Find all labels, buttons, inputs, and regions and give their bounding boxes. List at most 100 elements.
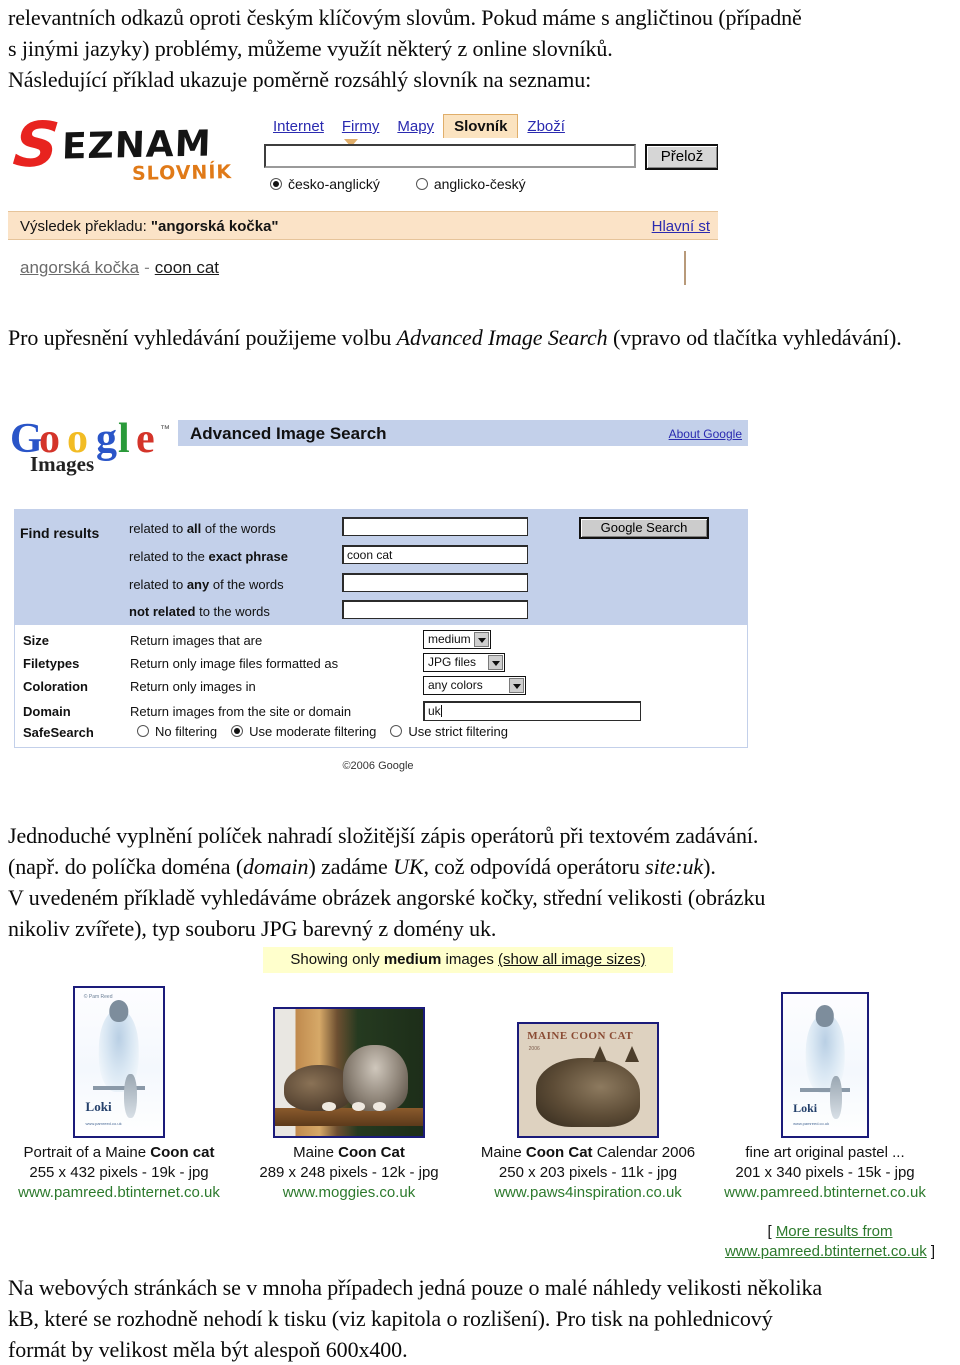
result-url-3[interactable]: www.paws4inspiration.co.uk <box>468 1183 708 1203</box>
about-google-link[interactable]: About Google <box>669 427 742 441</box>
advanced-prefix: Pro upřesnění vyhledávání použijeme volb… <box>8 325 397 350</box>
seznam-translate-button[interactable]: Přelož <box>645 144 718 170</box>
final-line-3: formát by velikost měla být alespoň 600x… <box>8 1337 408 1362</box>
seznam-radio-cz-en[interactable]: česko-anglický <box>270 176 380 192</box>
result-title-4[interactable]: fine art original pastel ... <box>705 1143 945 1163</box>
find-row-any-c: of the words <box>209 577 284 592</box>
thumb2-paw-a <box>322 1101 336 1111</box>
result-dims-2: 289 x 248 pixels - 12k - jpg <box>259 1164 439 1181</box>
seznam-tab-firmy[interactable]: Firmy <box>333 114 389 138</box>
select-size-value: medium <box>428 632 471 646</box>
result-title-1-b: Coon cat <box>150 1144 215 1161</box>
seznam-tab-zbozi[interactable]: Zboží <box>518 114 574 138</box>
input-not-words[interactable] <box>342 600 528 619</box>
seznam-tab-internet[interactable]: Internet <box>264 114 333 138</box>
more-results-link-part-1[interactable]: More results from <box>776 1223 893 1240</box>
page-title: Advanced Image Search <box>190 424 387 443</box>
seznam-direction-radio-group: česko-anglický anglicko-český <box>270 176 562 192</box>
seznam-radio-en-cz-label: anglicko-český <box>433 176 526 192</box>
seznam-scroll-marker <box>684 251 686 285</box>
result-dims-3: 250 x 203 pixels - 11k - jpg <box>498 1164 678 1181</box>
chevron-down-icon <box>474 632 489 647</box>
final-line-2: kB, které se rozhodně nehodí k tisku (vi… <box>8 1306 773 1331</box>
seznam-result-term: "angorská kočka" <box>150 218 279 235</box>
result-title-2[interactable]: Maine Coon Cat <box>229 1143 469 1163</box>
google-search-button[interactable]: Google Search <box>579 517 709 539</box>
more-results-line-2: www.pamreed.btinternet.co.uk ] <box>700 1242 960 1262</box>
seznam-entry-dash: - <box>144 258 150 277</box>
operators-l2-domain: domain <box>243 854 309 879</box>
option-label-domain: Domain <box>23 704 71 719</box>
seznam-radio-en-cz[interactable]: anglicko-český <box>415 176 526 192</box>
option-desc-domain: Return images from the site or domain <box>130 704 352 719</box>
find-row-label-any: related to any of the words <box>129 577 284 592</box>
thumb1-cat-head <box>109 999 129 1023</box>
safesearch-no-filtering[interactable]: No filtering <box>137 724 217 739</box>
result-thumbnail-4[interactable]: Loki www.pamreed.co.uk <box>781 992 869 1138</box>
final-line-1: Na webových stránkách se v mnoha případe… <box>8 1275 823 1300</box>
result-title-2-b: Coon Cat <box>338 1144 405 1161</box>
seznam-query-input[interactable] <box>264 144 636 168</box>
result-thumb-wrap-3: MAINE COON CAT 2006 <box>468 990 708 1138</box>
select-coloration[interactable]: any colors <box>423 676 526 695</box>
result-thumbnail-1[interactable]: © Pam Reed Loki www.pamreed.co.uk <box>73 986 165 1138</box>
google-images-sublabel: Images <box>30 452 95 476</box>
result-thumbnail-2[interactable] <box>273 1007 425 1138</box>
option-label-size: Size <box>23 633 50 648</box>
input-domain-value: uk <box>428 704 441 718</box>
input-any-words[interactable] <box>342 573 528 592</box>
show-all-image-sizes-link[interactable]: (show all image sizes) <box>498 951 646 968</box>
seznam-dictionary-screenshot: S EZNAM SLOVNÍK Internet Firmy Mapy Slovník… <box>8 108 718 296</box>
radio-dot-icon <box>231 725 244 737</box>
result-title-3-a: Maine <box>480 1144 526 1161</box>
result-dims-1: 255 x 432 pixels - 19k - jpg <box>29 1164 209 1181</box>
thumb1-name: Loki <box>85 1099 112 1115</box>
seznam-entry-czech[interactable]: angorská kočka <box>20 258 139 277</box>
thumb3-cat-face <box>594 1053 641 1100</box>
input-all-words[interactable] <box>342 517 528 536</box>
find-row-label-not: not related to the words <box>129 604 270 619</box>
text-cursor-icon <box>440 705 442 717</box>
safesearch-no-filtering-label: No filtering <box>155 724 218 739</box>
seznam-home-link[interactable]: Hlavní st <box>652 218 710 235</box>
result-url-1[interactable]: www.pamreed.btinternet.co.uk <box>0 1183 239 1203</box>
result-thumb-wrap-1: © Pam Reed Loki www.pamreed.co.uk <box>0 986 239 1138</box>
seznam-tab-slovnik[interactable]: Slovník <box>443 114 519 138</box>
result-url-4[interactable]: www.pamreed.btinternet.co.uk <box>705 1183 945 1203</box>
google-advanced-image-search-screenshot: G o o g l e ™ Images Advanced Image Sear… <box>8 412 748 780</box>
thumb1-credit: © Pam Reed <box>83 993 113 1000</box>
select-coloration-value: any colors <box>428 678 483 692</box>
result-title-3[interactable]: Maine Coon Cat Calendar 2006 <box>468 1143 708 1163</box>
thumb2-paw-b <box>351 1101 366 1111</box>
seznam-entry-english[interactable]: coon cat <box>155 258 219 277</box>
operators-line-3: V uvedeném příkladě vyhledáváme obrázek … <box>8 885 766 910</box>
result-title-1[interactable]: Portrait of a Maine Coon cat <box>0 1143 239 1163</box>
safesearch-strict[interactable]: Use strict filtering <box>390 724 508 739</box>
advanced-search-paragraph: Pro upřesnění vyhledávání použijeme volb… <box>8 322 956 353</box>
result-url-2[interactable]: www.moggies.co.uk <box>229 1183 469 1203</box>
operators-paragraph: Jednoduché vyplnění políček nahradí slož… <box>8 820 956 944</box>
more-results-close-bracket: ] <box>926 1243 936 1260</box>
seznam-logo-s: S <box>10 108 63 181</box>
operators-l2-uk: UK <box>393 854 424 879</box>
input-domain[interactable]: uk <box>423 701 641 721</box>
thumb4-sub: www.pamreed.co.uk <box>793 1121 830 1127</box>
safesearch-moderate[interactable]: Use moderate filtering <box>231 724 376 739</box>
result-thumbnail-3[interactable]: MAINE COON CAT 2006 <box>517 1022 659 1138</box>
input-exact-phrase[interactable]: coon cat <box>342 545 528 564</box>
seznam-tab-mapy[interactable]: Mapy <box>388 114 443 138</box>
operators-line-4: nikoliv zvířete), typ souboru JPG barevn… <box>8 916 497 941</box>
intro-line-3: Následující příklad ukazuje poměrně rozs… <box>8 67 592 92</box>
thumb4-cat-tail <box>830 1076 842 1119</box>
option-label-safesearch: SafeSearch <box>23 725 94 740</box>
select-filetypes[interactable]: JPG files <box>423 653 505 672</box>
find-row-all-b: all <box>186 521 202 536</box>
find-results-label: Find results <box>20 525 100 541</box>
more-results-open-bracket: [ <box>767 1223 776 1240</box>
find-row-not-b: not related <box>129 604 196 619</box>
more-results-link-part-2[interactable]: www.pamreed.btinternet.co.uk <box>725 1243 927 1260</box>
option-label-filetypes: Filetypes <box>23 656 80 671</box>
google-copyright: ©2006 Google <box>342 760 414 772</box>
select-size[interactable]: medium <box>423 630 491 649</box>
result-title-3-b: Coon Cat <box>525 1144 593 1161</box>
